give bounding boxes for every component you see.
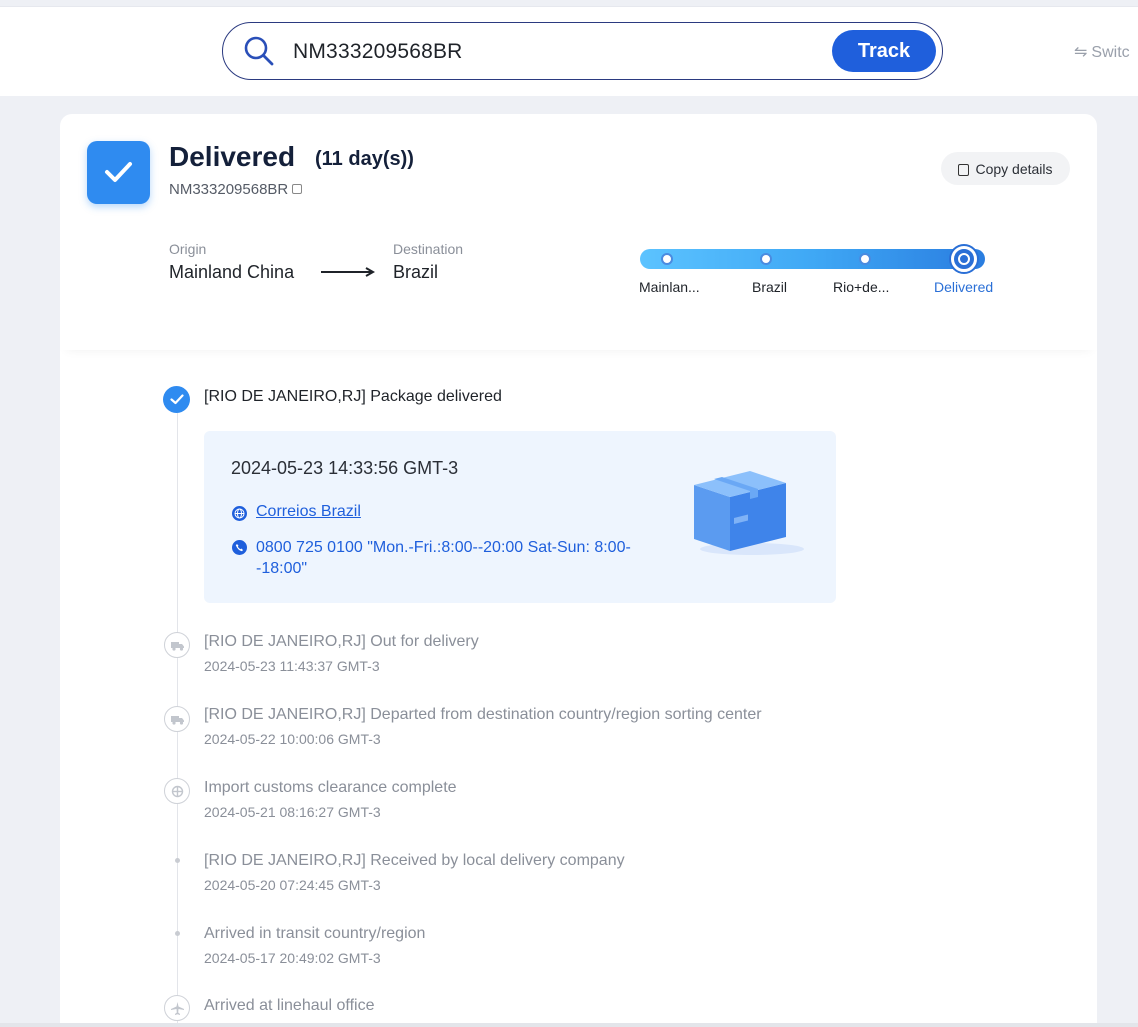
checkmark-icon <box>105 162 132 182</box>
switch-label: Switc <box>1091 44 1130 61</box>
tracking-card: Delivered (11 day(s)) NM333209568BR Copy… <box>60 114 1097 1027</box>
copy-icon <box>958 163 970 176</box>
destination-label: Destination <box>393 241 464 257</box>
track-button[interactable]: Track <box>832 30 936 72</box>
transit-days: (11 day(s)) <box>315 148 414 170</box>
package-box-icon <box>694 471 804 555</box>
carrier-link[interactable]: Correios Brazil <box>256 503 361 521</box>
event-time-latest: 2024-05-23 14:33:56 GMT-3 <box>231 458 459 478</box>
event-title: [RIO DE JANEIRO,RJ] Out for delivery <box>204 633 479 650</box>
summary-section: Delivered (11 day(s)) NM333209568BR Copy… <box>60 114 1097 350</box>
carrier-phone: 0800 725 0100 "Mon.-Fri.:8:00--20:00 Sat… <box>256 539 631 577</box>
plane-icon <box>164 995 190 1021</box>
truck-icon <box>164 706 190 732</box>
timeline: [RIO DE JANEIRO,RJ] Package delivered 20… <box>60 350 1097 1027</box>
event-title: [RIO DE JANEIRO,RJ] Received by local de… <box>204 852 625 869</box>
event-time: 2024-05-20 07:24:45 GMT-3 <box>204 877 381 893</box>
event-title-latest: [RIO DE JANEIRO,RJ] Package delivered <box>204 388 502 405</box>
origin-label: Origin <box>169 241 207 257</box>
copy-details-button[interactable]: Copy details <box>941 152 1070 185</box>
progress-step-dot <box>859 253 871 265</box>
progress-step-label-current: Delivered <box>934 279 994 295</box>
event-time: 2024-05-21 08:16:27 GMT-3 <box>204 804 381 820</box>
progress-current-dot <box>951 246 977 272</box>
arrow-right-icon <box>321 267 375 277</box>
switch-button[interactable]: ⇋ Switc <box>1074 42 1130 62</box>
phone-icon <box>232 540 247 555</box>
progress-step-dot <box>661 253 673 265</box>
event-time: 2024-05-17 20:49:02 GMT-3 <box>204 950 381 966</box>
progress-step-label: Brazil <box>752 279 788 295</box>
delivered-badge <box>87 141 150 204</box>
search-box: Track <box>222 22 943 80</box>
progress-step-dot <box>760 253 772 265</box>
truck-icon <box>164 632 190 658</box>
tracking-search-input[interactable] <box>293 37 813 67</box>
destination-value: Brazil <box>393 262 439 282</box>
copy-details-label: Copy details <box>975 160 1053 177</box>
bottom-edge <box>0 1023 1138 1027</box>
latest-event-detail: 2024-05-23 14:33:56 GMT-3 Correios Brazi… <box>204 431 836 603</box>
delivered-check-icon <box>163 386 190 413</box>
tracking-number: NM333209568BR <box>169 181 303 198</box>
search-icon[interactable] <box>243 35 275 67</box>
event-time: 2024-05-23 11:43:37 GMT-3 <box>204 658 380 674</box>
progress-step-label: Mainlan... <box>639 279 700 295</box>
tracking-number-text: NM333209568BR <box>169 181 289 198</box>
event-time: 2024-05-22 10:00:06 GMT-3 <box>204 731 381 747</box>
copy-icon[interactable] <box>292 184 303 194</box>
status-title: Delivered <box>169 141 296 172</box>
event-title: Arrived in transit country/region <box>204 925 426 942</box>
progress-bar <box>640 246 985 272</box>
timeline-dot <box>175 858 180 863</box>
switch-icon: ⇋ <box>1074 44 1088 61</box>
event-title: [RIO DE JANEIRO,RJ] Departed from destin… <box>204 706 762 723</box>
progress-step-label: Rio+de... <box>833 279 890 295</box>
event-title: Import customs clearance complete <box>204 779 457 796</box>
timeline-dot <box>175 931 180 936</box>
customs-icon <box>164 778 190 804</box>
event-title: Arrived at linehaul office <box>204 997 375 1014</box>
globe-icon <box>232 506 247 521</box>
top-bar: Track ⇋Switc <box>0 6 1138 96</box>
origin-value: Mainland China <box>169 262 295 282</box>
